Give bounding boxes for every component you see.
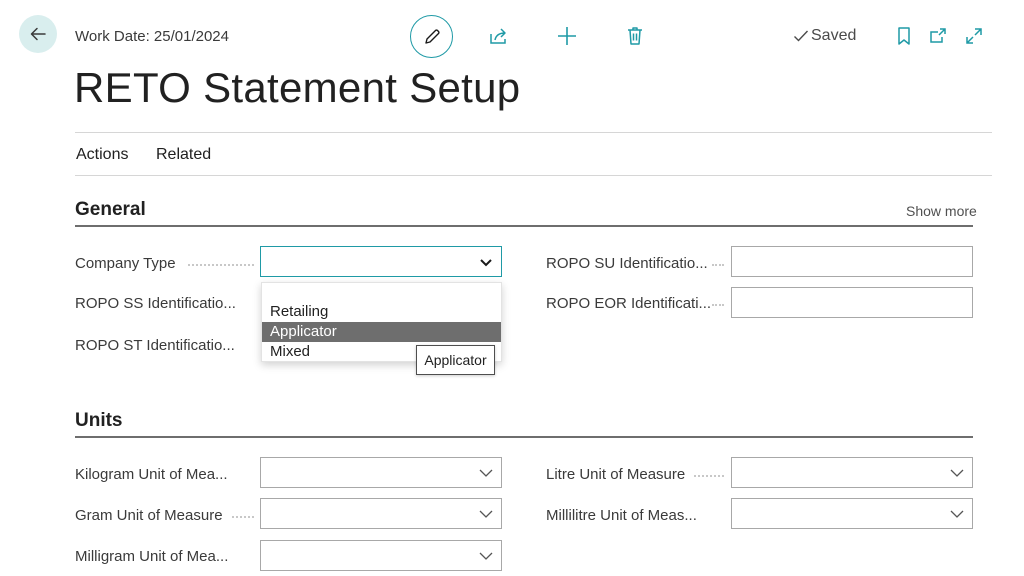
page-title: RETO Statement Setup: [74, 64, 521, 111]
pencil-icon: [424, 28, 440, 44]
general-section-title[interactable]: General: [75, 199, 146, 221]
option-applicator[interactable]: Applicator: [262, 322, 501, 342]
gram-uom-label: Gram Unit of Measure: [75, 507, 223, 524]
chevron-down-icon: [950, 469, 964, 477]
ropo-eor-identification-field[interactable]: [731, 287, 973, 318]
share-button[interactable]: [486, 24, 510, 48]
menu-related[interactable]: Related: [156, 146, 211, 164]
section-divider: [75, 225, 973, 227]
bookmark-icon: [898, 27, 910, 45]
expand-button[interactable]: [963, 24, 985, 48]
millilitre-uom-label: Millilitre Unit of Meas...: [546, 507, 697, 524]
plus-icon: [558, 27, 576, 45]
back-arrow-icon: [30, 27, 46, 41]
section-divider: [75, 436, 973, 438]
divider: [75, 175, 992, 176]
chevron-down-icon: [480, 259, 492, 267]
company-type-select[interactable]: [260, 246, 502, 277]
bookmark-button[interactable]: [893, 24, 915, 48]
label-leader: [188, 264, 254, 266]
option-tooltip: Applicator: [416, 345, 495, 375]
delete-button[interactable]: [623, 24, 647, 48]
ropo-eor-identification-label: ROPO EOR Identificati...: [546, 295, 712, 312]
litre-uom-label: Litre Unit of Measure: [546, 466, 686, 483]
gram-uom-select[interactable]: [260, 498, 502, 529]
saved-label: Saved: [811, 27, 857, 44]
ropo-su-identification-label: ROPO SU Identificatio...: [546, 255, 708, 272]
saved-status: Saved: [793, 27, 856, 45]
chevron-down-icon: [479, 552, 493, 560]
label-leader: [712, 264, 724, 266]
divider: [75, 132, 992, 133]
kilogram-uom-label: Kilogram Unit of Mea...: [75, 466, 228, 483]
edit-button[interactable]: [410, 15, 453, 58]
trash-icon: [628, 27, 642, 45]
label-leader: [694, 475, 724, 477]
option-retailing[interactable]: Retailing: [262, 302, 501, 322]
show-more-link[interactable]: Show more: [906, 203, 977, 219]
open-in-new-window-icon: [930, 28, 946, 43]
new-button[interactable]: [555, 24, 579, 48]
ropo-ss-identification-label: ROPO SS Identificatio...: [75, 295, 236, 312]
work-date[interactable]: Work Date: 25/01/2024: [75, 28, 229, 45]
milligram-uom-label: Milligram Unit of Mea...: [75, 548, 229, 565]
chevron-down-icon: [479, 469, 493, 477]
share-icon: [490, 28, 506, 44]
kilogram-uom-select[interactable]: [260, 457, 502, 488]
milligram-uom-select[interactable]: [260, 540, 502, 571]
menu-actions[interactable]: Actions: [76, 146, 128, 164]
chevron-down-icon: [950, 510, 964, 518]
option-blank[interactable]: [262, 283, 501, 303]
label-leader: [712, 304, 724, 306]
expand-icon: [966, 28, 982, 44]
chevron-down-icon: [479, 510, 493, 518]
back-button[interactable]: [19, 15, 57, 53]
company-type-label: Company Type: [75, 255, 176, 272]
ropo-st-identification-label: ROPO ST Identificatio...: [75, 337, 235, 354]
open-new-window-button[interactable]: [927, 24, 949, 48]
checkmark-icon: [794, 30, 809, 42]
litre-uom-select[interactable]: [731, 457, 973, 488]
units-section-title[interactable]: Units: [75, 410, 123, 432]
label-leader: [232, 516, 254, 518]
ropo-su-identification-field[interactable]: [731, 246, 973, 277]
millilitre-uom-select[interactable]: [731, 498, 973, 529]
